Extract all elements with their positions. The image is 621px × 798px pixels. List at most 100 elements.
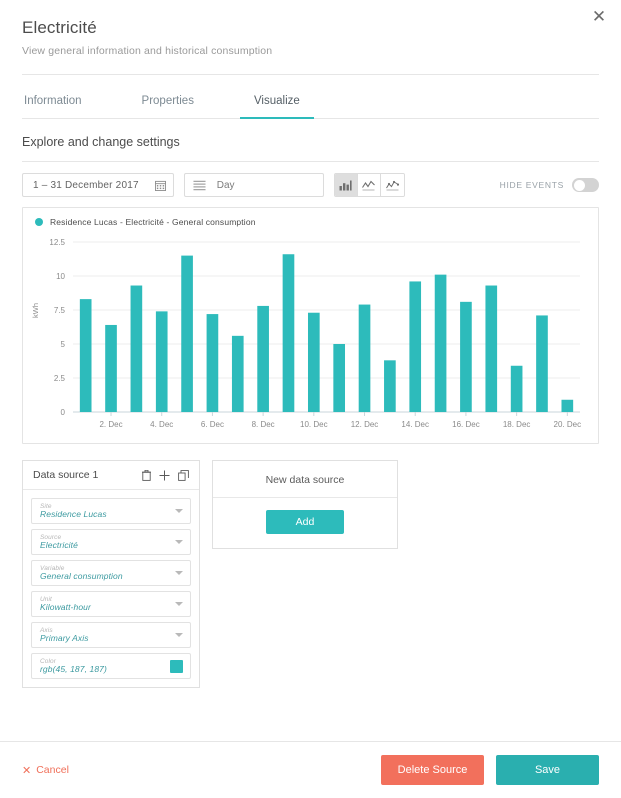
y-axis-label: kWh bbox=[31, 303, 40, 318]
bar[interactable] bbox=[435, 275, 447, 412]
x-tick-label: 8. Dec bbox=[252, 420, 275, 429]
bar-chart-icon[interactable] bbox=[335, 174, 358, 196]
tab-information[interactable]: Information bbox=[22, 85, 84, 118]
field-text: Colorrgb(45, 187, 187) bbox=[40, 658, 107, 674]
x-tick-label: 20. Dec bbox=[554, 420, 582, 429]
bar[interactable] bbox=[156, 311, 168, 412]
x-tick-label: 2. Dec bbox=[99, 420, 122, 429]
data-source-actions bbox=[142, 470, 189, 481]
duplicate-icon[interactable] bbox=[178, 470, 189, 481]
field-text: SiteResidence Lucas bbox=[40, 503, 107, 519]
bar[interactable] bbox=[409, 281, 421, 412]
data-source-card: Data source 1 bbox=[22, 460, 200, 688]
bar[interactable] bbox=[536, 315, 548, 412]
bar[interactable] bbox=[283, 254, 295, 412]
close-icon[interactable]: ✕ bbox=[589, 7, 609, 27]
x-tick-label: 14. Dec bbox=[401, 420, 429, 429]
save-button[interactable]: Save bbox=[496, 755, 599, 785]
field-text: SourceElectricité bbox=[40, 534, 78, 550]
field-value: Residence Lucas bbox=[40, 510, 107, 519]
cancel-button[interactable]: ✕ Cancel bbox=[22, 764, 69, 777]
y-tick-label: 10 bbox=[56, 272, 65, 281]
date-range-value: 1 – 31 December 2017 bbox=[33, 180, 139, 191]
data-source-header: Data source 1 bbox=[23, 461, 199, 490]
y-tick-label: 12.5 bbox=[49, 238, 65, 247]
hide-events-label: HIDE EVENTS bbox=[500, 180, 564, 190]
field-value: Primary Axis bbox=[40, 634, 89, 643]
field-value: Kilowatt-hour bbox=[40, 603, 91, 612]
x-icon: ✕ bbox=[22, 764, 31, 777]
electricity-visualize-dialog: ✕ Electricité View general information a… bbox=[0, 0, 621, 798]
list-icon bbox=[193, 180, 206, 191]
x-tick-label: 10. Dec bbox=[300, 420, 328, 429]
move-icon[interactable] bbox=[159, 470, 170, 481]
granularity-select[interactable]: Day bbox=[184, 173, 324, 197]
tab-properties[interactable]: Properties bbox=[140, 85, 196, 118]
cancel-label: Cancel bbox=[36, 764, 69, 776]
dialog-header: Electricité View general information and… bbox=[0, 0, 621, 57]
y-tick-label: 0 bbox=[61, 408, 66, 417]
y-tick-label: 7.5 bbox=[54, 306, 66, 315]
add-data-source-button[interactable]: Add bbox=[266, 510, 345, 534]
field-axis[interactable]: AxisPrimary Axis bbox=[31, 622, 191, 648]
tab-visualize[interactable]: Visualize bbox=[252, 85, 302, 118]
bar[interactable] bbox=[460, 302, 472, 412]
chart-legend: Residence Lucas - Electricité - General … bbox=[23, 208, 598, 227]
bar[interactable] bbox=[207, 314, 219, 412]
x-tick-label: 18. Dec bbox=[503, 420, 531, 429]
hide-events-control: HIDE EVENTS bbox=[500, 178, 599, 192]
bar[interactable] bbox=[511, 366, 523, 412]
chart-toolbar: 1 – 31 December 2017 Day bbox=[0, 162, 621, 197]
bar[interactable] bbox=[485, 286, 497, 412]
y-tick-label: 5 bbox=[61, 340, 66, 349]
chart-plot-area: kWh 02.557.51012.52. Dec4. Dec6. Dec8. D… bbox=[23, 234, 598, 443]
section-title: Explore and change settings bbox=[0, 119, 621, 149]
bar[interactable] bbox=[232, 336, 244, 412]
field-source[interactable]: SourceElectricité bbox=[31, 529, 191, 555]
bar-chart[interactable]: 02.557.51012.52. Dec4. Dec6. Dec8. Dec10… bbox=[23, 234, 598, 444]
bar[interactable] bbox=[80, 299, 92, 412]
bar[interactable] bbox=[333, 344, 345, 412]
dialog-footer: ✕ Cancel Delete Source Save bbox=[0, 742, 621, 798]
delete-source-button[interactable]: Delete Source bbox=[381, 755, 484, 785]
field-text: UnitKilowatt-hour bbox=[40, 596, 91, 612]
field-unit[interactable]: UnitKilowatt-hour bbox=[31, 591, 191, 617]
new-data-source-header: New data source bbox=[213, 461, 397, 498]
field-variable[interactable]: VariableGeneral consumption bbox=[31, 560, 191, 586]
field-color[interactable]: Colorrgb(45, 187, 187) bbox=[31, 653, 191, 679]
field-site[interactable]: SiteResidence Lucas bbox=[31, 498, 191, 524]
bar[interactable] bbox=[359, 305, 371, 412]
calendar-icon bbox=[155, 180, 166, 191]
tab-bar: Information Properties Visualize bbox=[0, 85, 621, 118]
trash-icon[interactable] bbox=[142, 470, 151, 481]
hide-events-toggle[interactable] bbox=[572, 178, 599, 192]
new-data-source-card: New data source Add bbox=[212, 460, 398, 549]
scatter-chart-icon[interactable] bbox=[381, 174, 404, 196]
chevron-down-icon bbox=[175, 540, 183, 544]
line-chart-icon[interactable] bbox=[358, 174, 381, 196]
new-data-source-body: Add bbox=[213, 498, 397, 548]
bar[interactable] bbox=[105, 325, 117, 412]
toggle-knob bbox=[574, 180, 585, 191]
chart-type-group bbox=[334, 173, 405, 197]
chart-card: Residence Lucas - Electricité - General … bbox=[22, 207, 599, 444]
x-tick-label: 6. Dec bbox=[201, 420, 224, 429]
bar[interactable] bbox=[308, 313, 320, 412]
field-value: rgb(45, 187, 187) bbox=[40, 665, 107, 674]
data-source-fields: SiteResidence Lucas SourceElectricité Vari… bbox=[23, 490, 199, 687]
bar[interactable] bbox=[384, 360, 396, 412]
bar[interactable] bbox=[181, 256, 193, 412]
legend-label: Residence Lucas - Electricité - General … bbox=[50, 217, 256, 227]
chevron-down-icon bbox=[175, 509, 183, 513]
field-text: AxisPrimary Axis bbox=[40, 627, 89, 643]
x-tick-label: 4. Dec bbox=[150, 420, 173, 429]
data-sources-row: Data source 1 bbox=[0, 444, 621, 688]
page-subtitle: View general information and historical … bbox=[22, 45, 599, 57]
date-range-picker[interactable]: 1 – 31 December 2017 bbox=[22, 173, 174, 197]
bar[interactable] bbox=[561, 400, 573, 412]
bar[interactable] bbox=[131, 286, 143, 412]
color-swatch[interactable] bbox=[170, 660, 183, 673]
bar[interactable] bbox=[257, 306, 269, 412]
chevron-down-icon bbox=[175, 571, 183, 575]
data-source-title: Data source 1 bbox=[33, 469, 98, 481]
